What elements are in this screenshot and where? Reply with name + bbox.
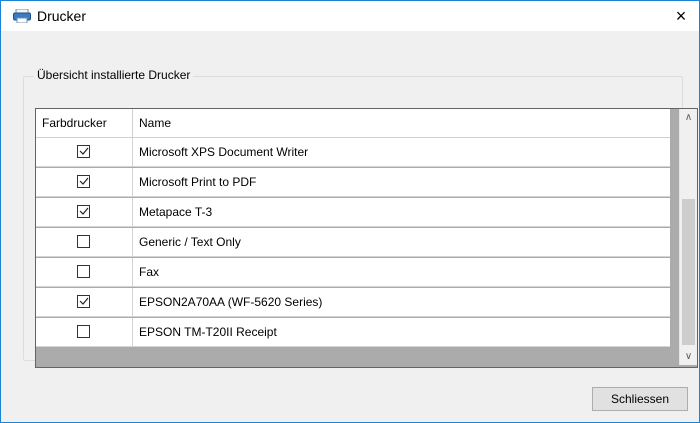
printer-name: Metapace T-3: [139, 205, 213, 219]
grid-header: Farbdrucker Name: [36, 109, 670, 138]
color-cell: [36, 258, 133, 286]
color-cell: [36, 228, 133, 256]
table-row[interactable]: Metapace T-3: [36, 198, 670, 227]
table-row[interactable]: Microsoft XPS Document Writer: [36, 138, 670, 167]
table-row[interactable]: Microsoft Print to PDF: [36, 168, 670, 197]
color-printer-checkbox[interactable]: [77, 145, 90, 158]
window-title: Drucker: [37, 8, 87, 24]
color-printer-checkbox[interactable]: [77, 295, 90, 308]
table-row[interactable]: Generic / Text Only: [36, 228, 670, 257]
printer-grid[interactable]: Farbdrucker Name Microsoft XPS Document …: [35, 108, 698, 368]
color-cell: [36, 288, 133, 316]
printer-name: Fax: [139, 265, 160, 279]
color-printer-checkbox[interactable]: [77, 175, 90, 188]
table-row[interactable]: Fax: [36, 258, 670, 287]
printer-dialog: Drucker × Übersicht installierte Drucker…: [0, 0, 700, 423]
scroll-up-icon[interactable]: ∧: [680, 109, 697, 126]
group-legend: Übersicht installierte Drucker: [34, 68, 194, 82]
scroll-down-icon[interactable]: ∨: [680, 348, 697, 365]
color-printer-checkbox[interactable]: [77, 235, 90, 248]
checkmark-icon: [79, 297, 89, 305]
color-printer-checkbox[interactable]: [77, 205, 90, 218]
color-printer-checkbox[interactable]: [77, 265, 90, 278]
printer-icon: [13, 9, 31, 23]
printer-name: Microsoft XPS Document Writer: [139, 145, 309, 159]
color-cell: [36, 198, 133, 226]
printer-name: EPSON TM-T20II Receipt: [139, 325, 277, 339]
checkmark-icon: [79, 177, 89, 185]
title-bar: Drucker ×: [1, 1, 699, 31]
table-row[interactable]: EPSON TM-T20II Receipt: [36, 318, 670, 347]
checkmark-icon: [79, 147, 89, 155]
color-printer-checkbox[interactable]: [77, 325, 90, 338]
printer-name: Microsoft Print to PDF: [139, 175, 257, 189]
color-cell: [36, 318, 133, 346]
table-row[interactable]: EPSON2A70AA (WF-5620 Series): [36, 288, 670, 317]
close-button[interactable]: Schliessen: [592, 387, 688, 411]
scroll-thumb[interactable]: [682, 199, 695, 345]
printer-name: Generic / Text Only: [139, 235, 241, 249]
vertical-scrollbar[interactable]: ∧ ∨: [679, 109, 697, 365]
printer-name: EPSON2A70AA (WF-5620 Series): [139, 295, 323, 309]
column-header-color[interactable]: Farbdrucker: [36, 109, 133, 137]
color-cell: [36, 138, 133, 166]
column-header-name[interactable]: Name: [133, 109, 670, 137]
close-icon[interactable]: ×: [663, 1, 699, 31]
checkmark-icon: [79, 207, 89, 215]
color-cell: [36, 168, 133, 196]
